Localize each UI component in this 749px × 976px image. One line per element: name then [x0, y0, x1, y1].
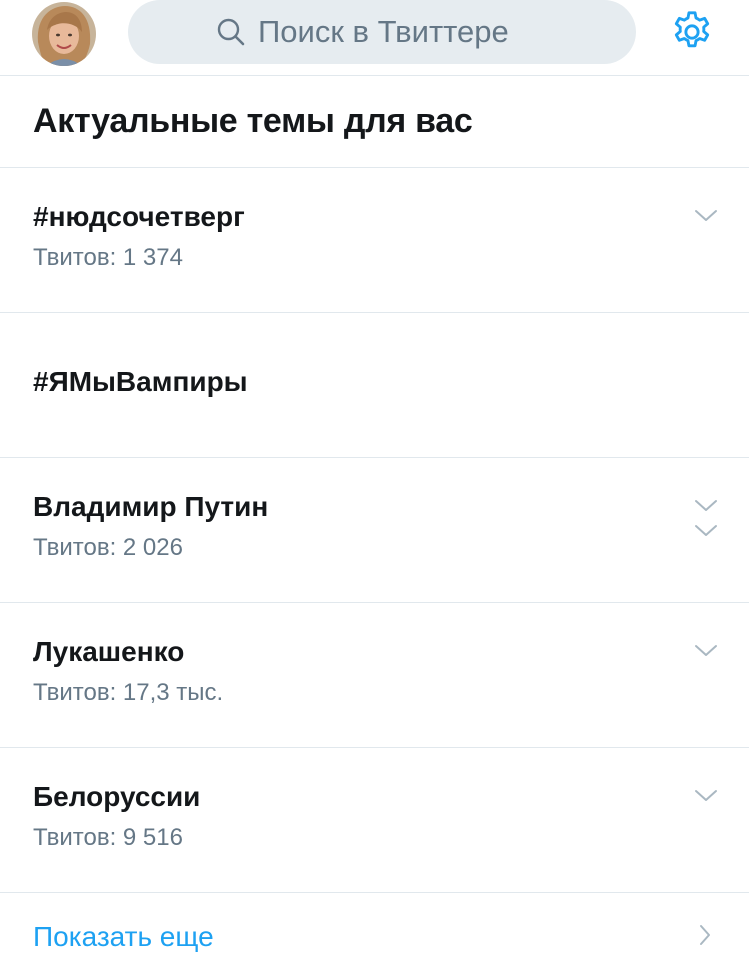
trend-item[interactable]: Белоруссии Твитов: 9 516: [0, 748, 749, 893]
trend-tweet-count: Твитов: 17,3 тыс.: [33, 679, 224, 706]
search-bar[interactable]: [128, 0, 636, 64]
trend-item[interactable]: Владимир Путин Твитов: 2 026: [0, 458, 749, 603]
trend-item[interactable]: #ЯМыВампиры: [0, 313, 749, 536]
trends-list: #нюдсочетверг Твитов: 1 374 #ЯМыВампиры …: [0, 168, 749, 893]
chevron-down-icon[interactable]: [694, 498, 718, 514]
settings-button[interactable]: [668, 8, 716, 56]
trend-tweet-count: Твитов: 1 374: [33, 244, 183, 271]
chevron-down-icon[interactable]: [694, 643, 718, 659]
avatar-image: [32, 2, 96, 66]
trend-item[interactable]: Лукашенко Твитов: 17,3 тыс.: [0, 603, 749, 748]
page-title: Актуальные темы для вас: [33, 102, 473, 140]
trend-tweet-count: Твитов: 9 516: [33, 824, 183, 851]
section-header: Актуальные темы для вас: [0, 76, 749, 168]
twitter-trends-screen: Актуальные темы для вас #нюдсочетверг Тв…: [0, 0, 749, 976]
top-bar: [0, 0, 749, 76]
chevron-right-icon: [698, 923, 712, 947]
trend-item[interactable]: #нюдсочетверг Твитов: 1 374: [0, 168, 749, 313]
chevron-down-icon[interactable]: [694, 208, 718, 224]
chevron-down-icon[interactable]: [694, 788, 718, 804]
trend-name: Лукашенко: [33, 636, 185, 667]
trend-name: #нюдсочетверг: [33, 201, 245, 232]
gear-icon: [669, 9, 715, 55]
search-input[interactable]: [258, 14, 548, 50]
trend-tweet-count: Твитов: 2 026: [33, 534, 183, 561]
show-more-link[interactable]: Показать еще: [0, 893, 749, 976]
avatar[interactable]: [32, 2, 96, 66]
trend-name: Белоруссии: [33, 781, 201, 812]
trend-name: #ЯМыВампиры: [33, 366, 248, 397]
search-icon: [216, 17, 246, 47]
show-more-label: Показать еще: [33, 921, 214, 952]
trend-name: Владимир Путин: [33, 491, 269, 522]
